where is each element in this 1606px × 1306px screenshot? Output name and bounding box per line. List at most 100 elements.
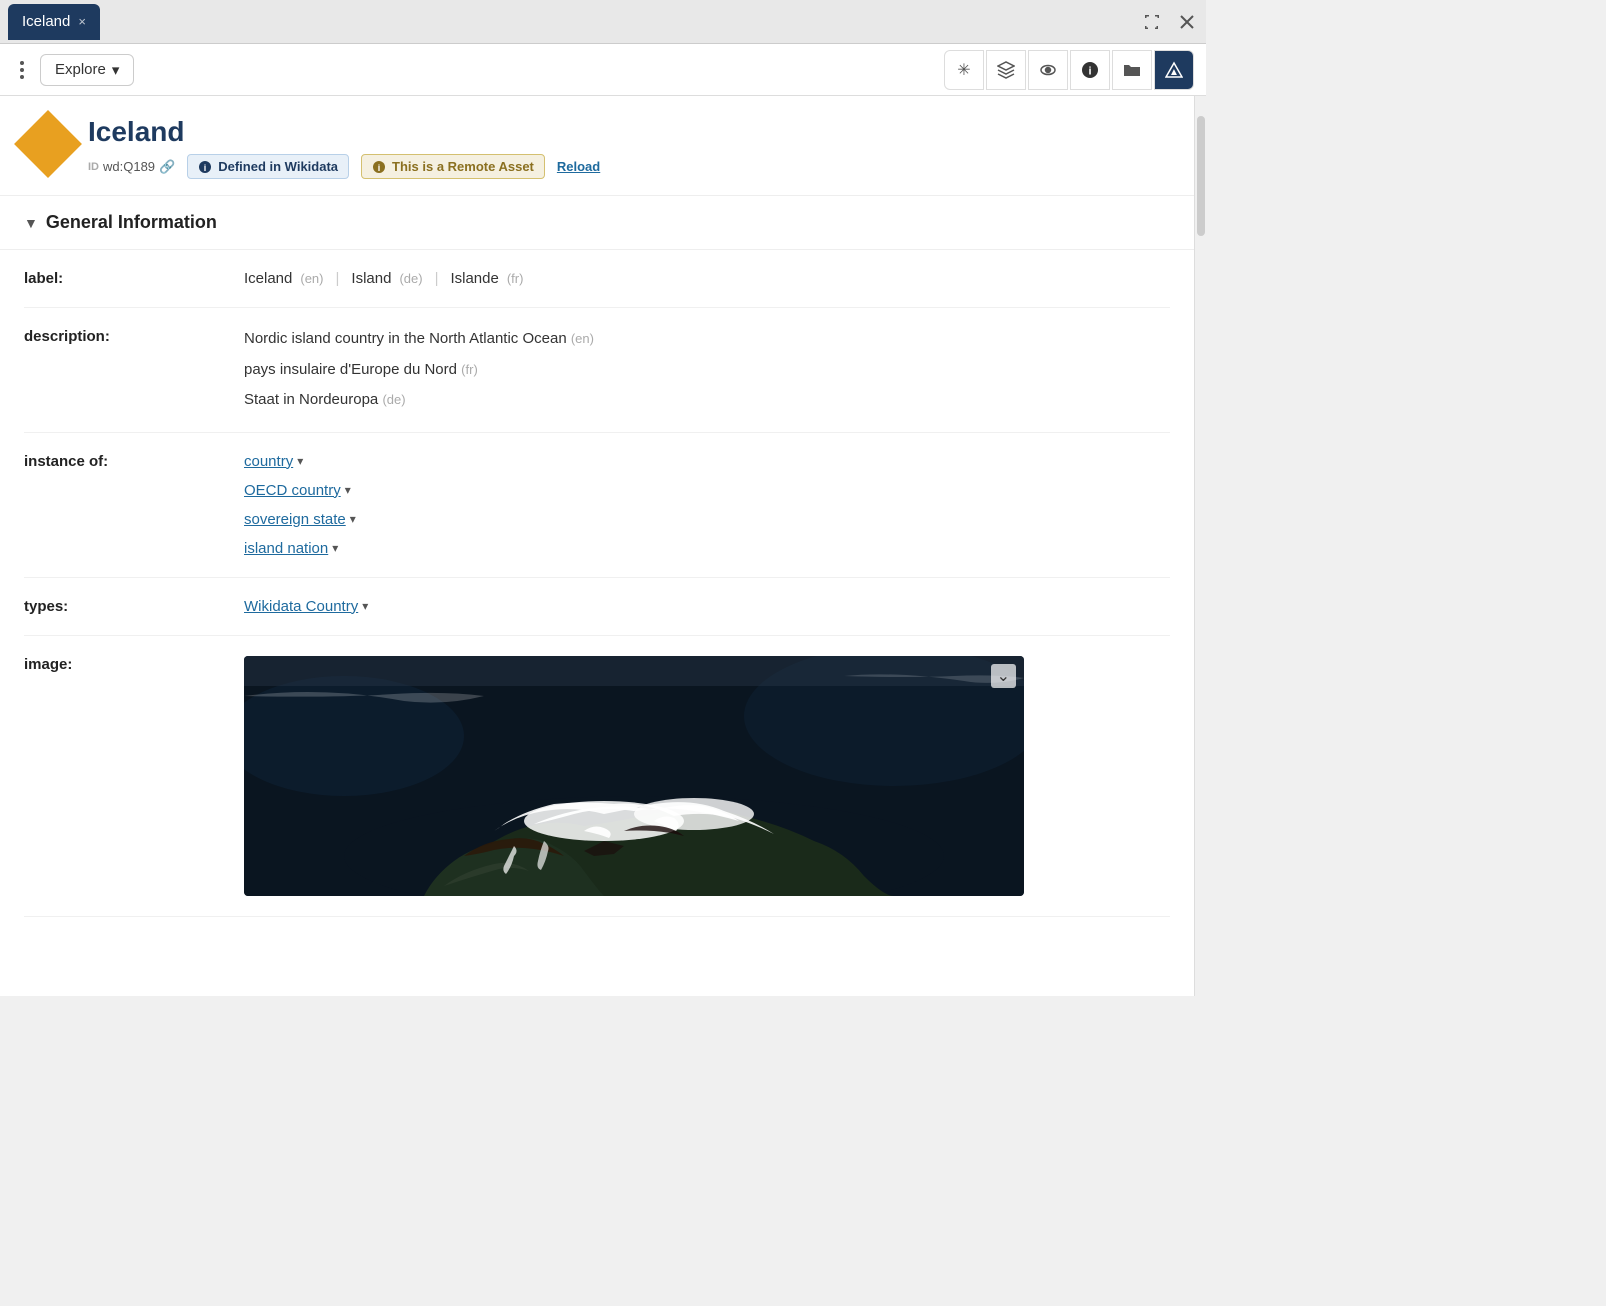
description-property-row: description: Nordic island country in th… <box>24 308 1170 433</box>
label-property-key: label: <box>24 270 244 287</box>
label-property-value: Iceland (en) | Island (de) | Islande (fr… <box>244 270 1170 287</box>
description-de-text: Staat in Nordeuropa <box>244 391 378 408</box>
instance-sovereign-link[interactable]: sovereign state <box>244 511 346 528</box>
external-link-icon[interactable]: 🔗 <box>159 159 175 175</box>
instance-sovereign-row: sovereign state ▾ <box>244 511 1170 528</box>
toolbar: Explore ▾ ✳ i <box>0 44 1206 96</box>
description-en-tag: (en) <box>571 331 594 346</box>
layers-button[interactable] <box>986 50 1026 90</box>
description-en-text: Nordic island country in the North Atlan… <box>244 330 567 347</box>
warning-button[interactable]: ▲ <box>1154 50 1194 90</box>
asset-type-icon <box>14 110 82 178</box>
asset-meta: ID wd:Q189 🔗 i Defined in Wikidata i Thi… <box>88 154 1170 179</box>
description-fr: pays insulaire d'Europe du Nord (fr) <box>244 359 1170 382</box>
general-information-section[interactable]: ▼ General Information <box>0 196 1194 250</box>
sep-1: | <box>336 270 340 287</box>
description-en: Nordic island country in the North Atlan… <box>244 328 1170 351</box>
type-wikidata-country-row: Wikidata Country ▾ <box>244 598 1170 615</box>
label-de: Island <box>351 270 391 287</box>
types-values: Wikidata Country ▾ <box>244 598 1170 615</box>
dot-1 <box>20 61 24 65</box>
instance-of-property-row: instance of: country ▾ OECD country ▾ so… <box>24 433 1170 578</box>
asset-header: Iceland ID wd:Q189 🔗 i Defined in Wikida… <box>0 96 1194 196</box>
instance-oecd-link[interactable]: OECD country <box>244 482 341 499</box>
description-fr-text: pays insulaire d'Europe du Nord <box>244 361 457 378</box>
fullscreen-button[interactable] <box>1140 10 1164 34</box>
iceland-satellite-svg <box>244 656 1024 896</box>
eye-button[interactable] <box>1028 50 1068 90</box>
id-label: ID <box>88 161 99 173</box>
explore-chevron-icon: ▾ <box>112 61 120 79</box>
properties-table: label: Iceland (en) | Island (de) | Isla… <box>0 250 1194 917</box>
svg-text:i: i <box>378 163 381 173</box>
section-chevron-icon: ▼ <box>24 215 38 231</box>
tab-actions <box>1140 10 1198 34</box>
svg-text:i: i <box>204 163 207 173</box>
island-expand-icon[interactable]: ▾ <box>332 541 338 555</box>
description-property-key: description: <box>24 328 244 345</box>
instance-country-link[interactable]: country <box>244 453 293 470</box>
tab-title: Iceland <box>22 13 70 30</box>
svg-text:i: i <box>1088 65 1091 77</box>
toolbar-right: ✳ i ▲ <box>944 50 1194 90</box>
label-en: Iceland <box>244 270 292 287</box>
remote-badge-icon: i <box>372 160 386 174</box>
asset-title-area: Iceland ID wd:Q189 🔗 i Defined in Wikida… <box>88 116 1170 179</box>
sovereign-expand-icon[interactable]: ▾ <box>350 512 356 526</box>
remote-asset-badge: i This is a Remote Asset <box>361 154 545 179</box>
label-fr-tag: (fr) <box>507 271 524 286</box>
id-value: wd:Q189 <box>103 159 155 174</box>
close-window-button[interactable] <box>1176 11 1198 33</box>
label-fr: Islande <box>450 270 498 287</box>
instance-oecd-row: OECD country ▾ <box>244 482 1170 499</box>
main-content: Iceland ID wd:Q189 🔗 i Defined in Wikida… <box>0 96 1206 996</box>
folder-button[interactable] <box>1112 50 1152 90</box>
asset-id: ID wd:Q189 🔗 <box>88 159 175 175</box>
dot-2 <box>20 68 24 72</box>
image-value: ⌄ <box>244 656 1170 896</box>
label-en-tag: (en) <box>300 271 323 286</box>
explore-label: Explore <box>55 61 106 78</box>
instance-island-link[interactable]: island nation <box>244 540 328 557</box>
wikidata-badge-icon: i <box>198 160 212 174</box>
instance-of-key: instance of: <box>24 453 244 470</box>
svg-text:✳: ✳ <box>957 62 970 79</box>
content-area: Iceland ID wd:Q189 🔗 i Defined in Wikida… <box>0 96 1194 996</box>
wikidata-country-expand-icon[interactable]: ▾ <box>362 599 368 613</box>
instance-of-values: country ▾ OECD country ▾ sovereign state… <box>244 453 1170 557</box>
wikidata-badge: i Defined in Wikidata <box>187 154 349 179</box>
asset-title: Iceland <box>88 116 1170 148</box>
description-property-value: Nordic island country in the North Atlan… <box>244 328 1170 412</box>
dot-3 <box>20 75 24 79</box>
tab-bar: Iceland × <box>0 0 1206 44</box>
tab-close-button[interactable]: × <box>78 15 86 28</box>
scrollbar-thumb[interactable] <box>1197 116 1205 236</box>
dots-menu-button[interactable] <box>12 55 32 85</box>
types-property-row: types: Wikidata Country ▾ <box>24 578 1170 636</box>
types-key: types: <box>24 598 244 615</box>
description-fr-tag: (fr) <box>461 362 478 377</box>
country-expand-icon[interactable]: ▾ <box>297 454 303 468</box>
instance-island-row: island nation ▾ <box>244 540 1170 557</box>
iceland-tab[interactable]: Iceland × <box>8 4 100 40</box>
sep-2: | <box>435 270 439 287</box>
image-key: image: <box>24 656 244 673</box>
description-de-tag: (de) <box>382 392 405 407</box>
description-de: Staat in Nordeuropa (de) <box>244 389 1170 412</box>
label-values: Iceland (en) | Island (de) | Islande (fr… <box>244 270 1170 287</box>
reload-link[interactable]: Reload <box>557 159 600 174</box>
label-de-tag: (de) <box>399 271 422 286</box>
scrollbar[interactable] <box>1194 96 1206 996</box>
label-property-row: label: Iceland (en) | Island (de) | Isla… <box>24 250 1170 308</box>
oecd-expand-icon[interactable]: ▾ <box>345 483 351 497</box>
image-collapse-button[interactable]: ⌄ <box>991 664 1016 688</box>
asterisk-button[interactable]: ✳ <box>944 50 984 90</box>
section-title: General Information <box>46 212 217 233</box>
svg-text:▲: ▲ <box>1169 67 1179 78</box>
type-wikidata-country-link[interactable]: Wikidata Country <box>244 598 358 615</box>
image-property-row: image: <box>24 636 1170 917</box>
iceland-image: ⌄ <box>244 656 1024 896</box>
explore-dropdown-button[interactable]: Explore ▾ <box>40 54 134 86</box>
info-button[interactable]: i <box>1070 50 1110 90</box>
instance-country-row: country ▾ <box>244 453 1170 470</box>
